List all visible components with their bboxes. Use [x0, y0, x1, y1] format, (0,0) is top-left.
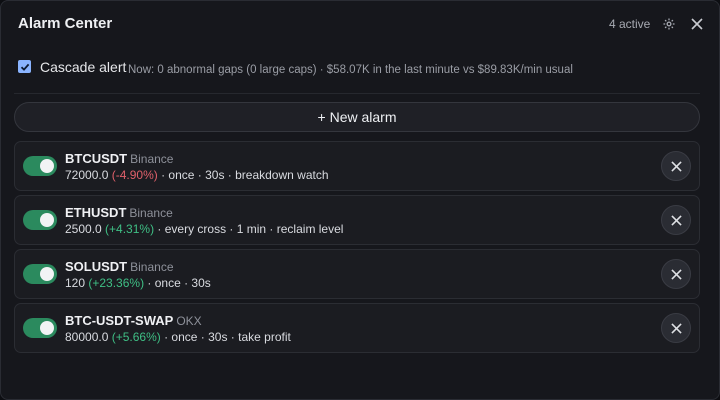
close-icon: [670, 268, 682, 280]
close-icon: [670, 160, 682, 172]
gear-icon[interactable]: [660, 15, 678, 33]
alarm-price: 120: [65, 276, 86, 290]
alarm-detail-line: 120 (+23.36%) · once · 30s: [65, 276, 211, 290]
alarm-symbol: BTC-USDT-SWAP: [65, 313, 174, 328]
alarm-symbol: ETHUSDT: [65, 205, 127, 220]
toggle-knob: [40, 267, 54, 281]
panel-header: Alarm Center 4 active: [1, 1, 719, 47]
alarm-detail-line: 2500.0 (+4.31%) · every cross · 1 min · …: [65, 222, 343, 236]
cascade-alert-label[interactable]: Cascade alert: [40, 59, 126, 75]
alarm-row: SOLUSDT Binance 120 (+23.36%) · once · 30…: [14, 249, 700, 299]
alarm-settings: · once · 30s · breakdown watch: [157, 168, 329, 182]
alarm-symbol-line: SOLUSDT Binance: [65, 258, 174, 276]
alarm-row: ETHUSDT Binance 2500.0 (+4.31%) · every c…: [14, 195, 700, 245]
alarm-symbol: SOLUSDT: [65, 259, 128, 274]
cascade-alert-row: Cascade alert Now: 0 abnormal gaps (0 la…: [18, 58, 708, 80]
alarm-exchange: OKX: [176, 314, 202, 328]
toggle-knob: [40, 213, 54, 227]
alarm-change: (+4.31%): [105, 222, 155, 236]
alarm-symbol-line: ETHUSDT Binance: [65, 204, 173, 222]
delete-alarm-button[interactable]: [661, 205, 691, 235]
alarm-change: (+5.66%): [111, 330, 161, 344]
alarm-symbol-line: BTC-USDT-SWAP OKX: [65, 312, 202, 330]
panel-title: Alarm Center: [18, 15, 113, 32]
alarm-exchange: Binance: [130, 260, 174, 274]
toggle-knob: [40, 321, 54, 335]
alarm-enable-toggle[interactable]: [23, 318, 57, 338]
cascade-status-text: Now: 0 abnormal gaps (0 large caps) · $5…: [128, 64, 573, 76]
alarm-detail-line: 80000.0 (+5.66%) · once · 30s · take pro…: [65, 330, 291, 344]
close-icon: [670, 322, 682, 334]
alarm-change: (-4.90%): [111, 168, 158, 182]
alarm-center-panel: Alarm Center 4 active Cascade alert Now:…: [0, 0, 720, 400]
close-icon[interactable]: [688, 15, 706, 33]
alarm-row: BTCUSDT Binance 72000.0 (-4.90%) · once ·…: [14, 141, 700, 191]
cascade-alert-checkbox[interactable]: [18, 60, 31, 73]
alarm-enable-toggle[interactable]: [23, 210, 57, 230]
toggle-knob: [40, 159, 54, 173]
alarm-enable-toggle[interactable]: [23, 156, 57, 176]
alarm-price: 2500.0: [65, 222, 102, 236]
delete-alarm-button[interactable]: [661, 151, 691, 181]
close-icon: [670, 214, 682, 226]
alarm-price: 72000.0: [65, 168, 109, 182]
active-count-badge: 4 active: [609, 17, 651, 31]
alarm-price: 80000.0: [65, 330, 109, 344]
delete-alarm-button[interactable]: [661, 259, 691, 289]
alarm-settings: · once · 30s: [144, 276, 211, 290]
new-alarm-button[interactable]: + New alarm: [14, 102, 700, 132]
alarm-row: BTC-USDT-SWAP OKX 80000.0 (+5.66%) · once…: [14, 303, 700, 353]
alarm-change: (+23.36%): [88, 276, 145, 290]
alarm-settings: · once · 30s · take profit: [160, 330, 291, 344]
alarm-settings: · every cross · 1 min · reclaim level: [154, 222, 344, 236]
alarm-detail-line: 72000.0 (-4.90%) · once · 30s · breakdow…: [65, 168, 329, 182]
alarm-symbol-line: BTCUSDT Binance: [65, 150, 173, 168]
alarm-enable-toggle[interactable]: [23, 264, 57, 284]
alarm-exchange: Binance: [129, 206, 173, 220]
alarm-exchange: Binance: [130, 152, 174, 166]
alarm-symbol: BTCUSDT: [65, 151, 128, 166]
delete-alarm-button[interactable]: [661, 313, 691, 343]
divider: [14, 93, 700, 94]
